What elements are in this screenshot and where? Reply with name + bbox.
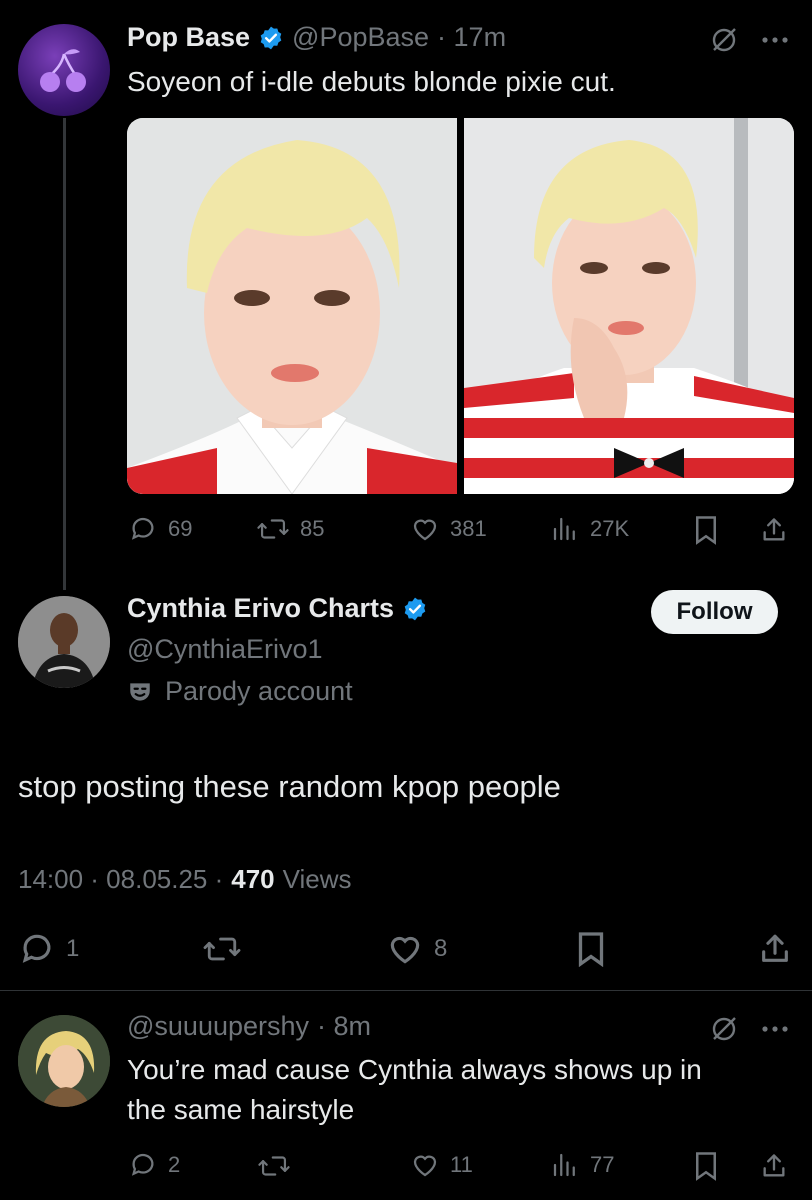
parody-mask-icon — [130, 682, 150, 701]
post1-views-count: 27K — [590, 516, 630, 541]
bookmark-icon — [696, 516, 716, 545]
post2-handle[interactable]: @CynthiaErivo1 — [127, 634, 323, 665]
post3-like-button[interactable]: 11 — [410, 1150, 473, 1180]
post1-author-name[interactable]: Pop Base — [127, 22, 250, 53]
more-icon[interactable] — [758, 28, 792, 52]
views-icon — [553, 517, 575, 541]
post2-like-count: 8 — [434, 935, 448, 962]
post3-views-count: 77 — [590, 1152, 615, 1177]
repost-icon — [257, 519, 289, 539]
bookmark-icon — [696, 1152, 716, 1181]
verified-badge-icon — [404, 597, 426, 620]
reply-icon — [22, 934, 51, 963]
post1-reply-button[interactable]: 69 — [128, 514, 192, 544]
post3-share-button[interactable] — [758, 1150, 790, 1182]
post2-reply-button[interactable]: 1 — [18, 930, 79, 968]
post2-share-button[interactable] — [756, 930, 794, 968]
follow-button[interactable]: Follow — [651, 590, 778, 634]
post3-time[interactable]: · 8m — [317, 1011, 371, 1042]
post1-bookmark-button[interactable] — [690, 514, 722, 546]
post1-image-right[interactable] — [464, 118, 794, 494]
reply-icon — [131, 517, 154, 540]
post3-text-line1: You’re mad cause Cynthia always shows up… — [127, 1054, 702, 1085]
post3-like-count: 11 — [450, 1152, 473, 1177]
post1-views-button[interactable]: 27K — [550, 514, 629, 544]
post1-handle[interactable]: @PopBase — [292, 22, 429, 53]
post2-author-name[interactable]: Cynthia Erivo Charts — [127, 593, 394, 624]
verified-badge-icon — [260, 26, 282, 49]
post3-views-button[interactable]: 77 — [550, 1150, 614, 1180]
post2-views-count: 470 — [231, 864, 275, 894]
post1-text: Soyeon of i-dle debuts blonde pixie cut. — [127, 66, 616, 97]
thread-connector-line — [63, 118, 66, 590]
popbase-avatar[interactable] — [18, 24, 110, 116]
share-icon — [762, 934, 788, 962]
share-icon — [763, 1154, 785, 1177]
post1-share-button[interactable] — [758, 514, 790, 546]
post2-repost-button[interactable] — [200, 930, 244, 968]
grok-icon[interactable] — [706, 1014, 742, 1044]
post3-handle[interactable]: @suuuupershy — [127, 1011, 309, 1042]
post1-repost-count: 85 — [300, 516, 325, 541]
post2-views-label: Views — [282, 864, 352, 894]
post2-reply-count: 1 — [66, 935, 80, 962]
grok-icon[interactable] — [706, 25, 742, 55]
suuuupershy-avatar[interactable] — [18, 1015, 110, 1107]
post1-like-button[interactable]: 381 — [410, 514, 487, 544]
post3-bookmark-button[interactable] — [690, 1150, 722, 1182]
more-icon[interactable] — [758, 1017, 792, 1041]
repost-icon — [258, 1156, 290, 1176]
post2-like-button[interactable]: 8 — [386, 930, 447, 968]
post3-reply-count: 2 — [168, 1152, 181, 1177]
post2-timestamp[interactable]: 14:00 · 08.05.25 · — [18, 864, 223, 895]
post1-time[interactable]: · 17m — [437, 22, 506, 53]
post3-text-line2: the same hairstyle — [127, 1094, 355, 1125]
post2-bookmark-button[interactable] — [572, 930, 610, 968]
like-icon — [413, 1155, 437, 1177]
cherry-logo-icon — [40, 49, 86, 92]
post1-image-left[interactable] — [127, 118, 457, 494]
post1-repost-button[interactable]: 85 — [256, 514, 324, 544]
share-icon — [763, 518, 785, 541]
bookmark-icon — [578, 932, 604, 967]
post3-repost-button[interactable] — [256, 1150, 292, 1182]
views-icon — [553, 1153, 575, 1177]
repost-icon — [203, 937, 241, 961]
post1-reply-count: 69 — [168, 516, 193, 541]
post3-reply-button[interactable]: 2 — [128, 1150, 180, 1180]
post1-like-count: 381 — [450, 516, 487, 541]
like-icon — [390, 936, 420, 964]
parody-account-label: Parody account — [165, 676, 353, 706]
post-divider — [0, 990, 812, 991]
like-icon — [413, 519, 437, 541]
cynthia-avatar[interactable] — [18, 596, 110, 688]
reply-icon — [131, 1153, 154, 1176]
post2-text: stop posting these random kpop people — [18, 769, 561, 804]
